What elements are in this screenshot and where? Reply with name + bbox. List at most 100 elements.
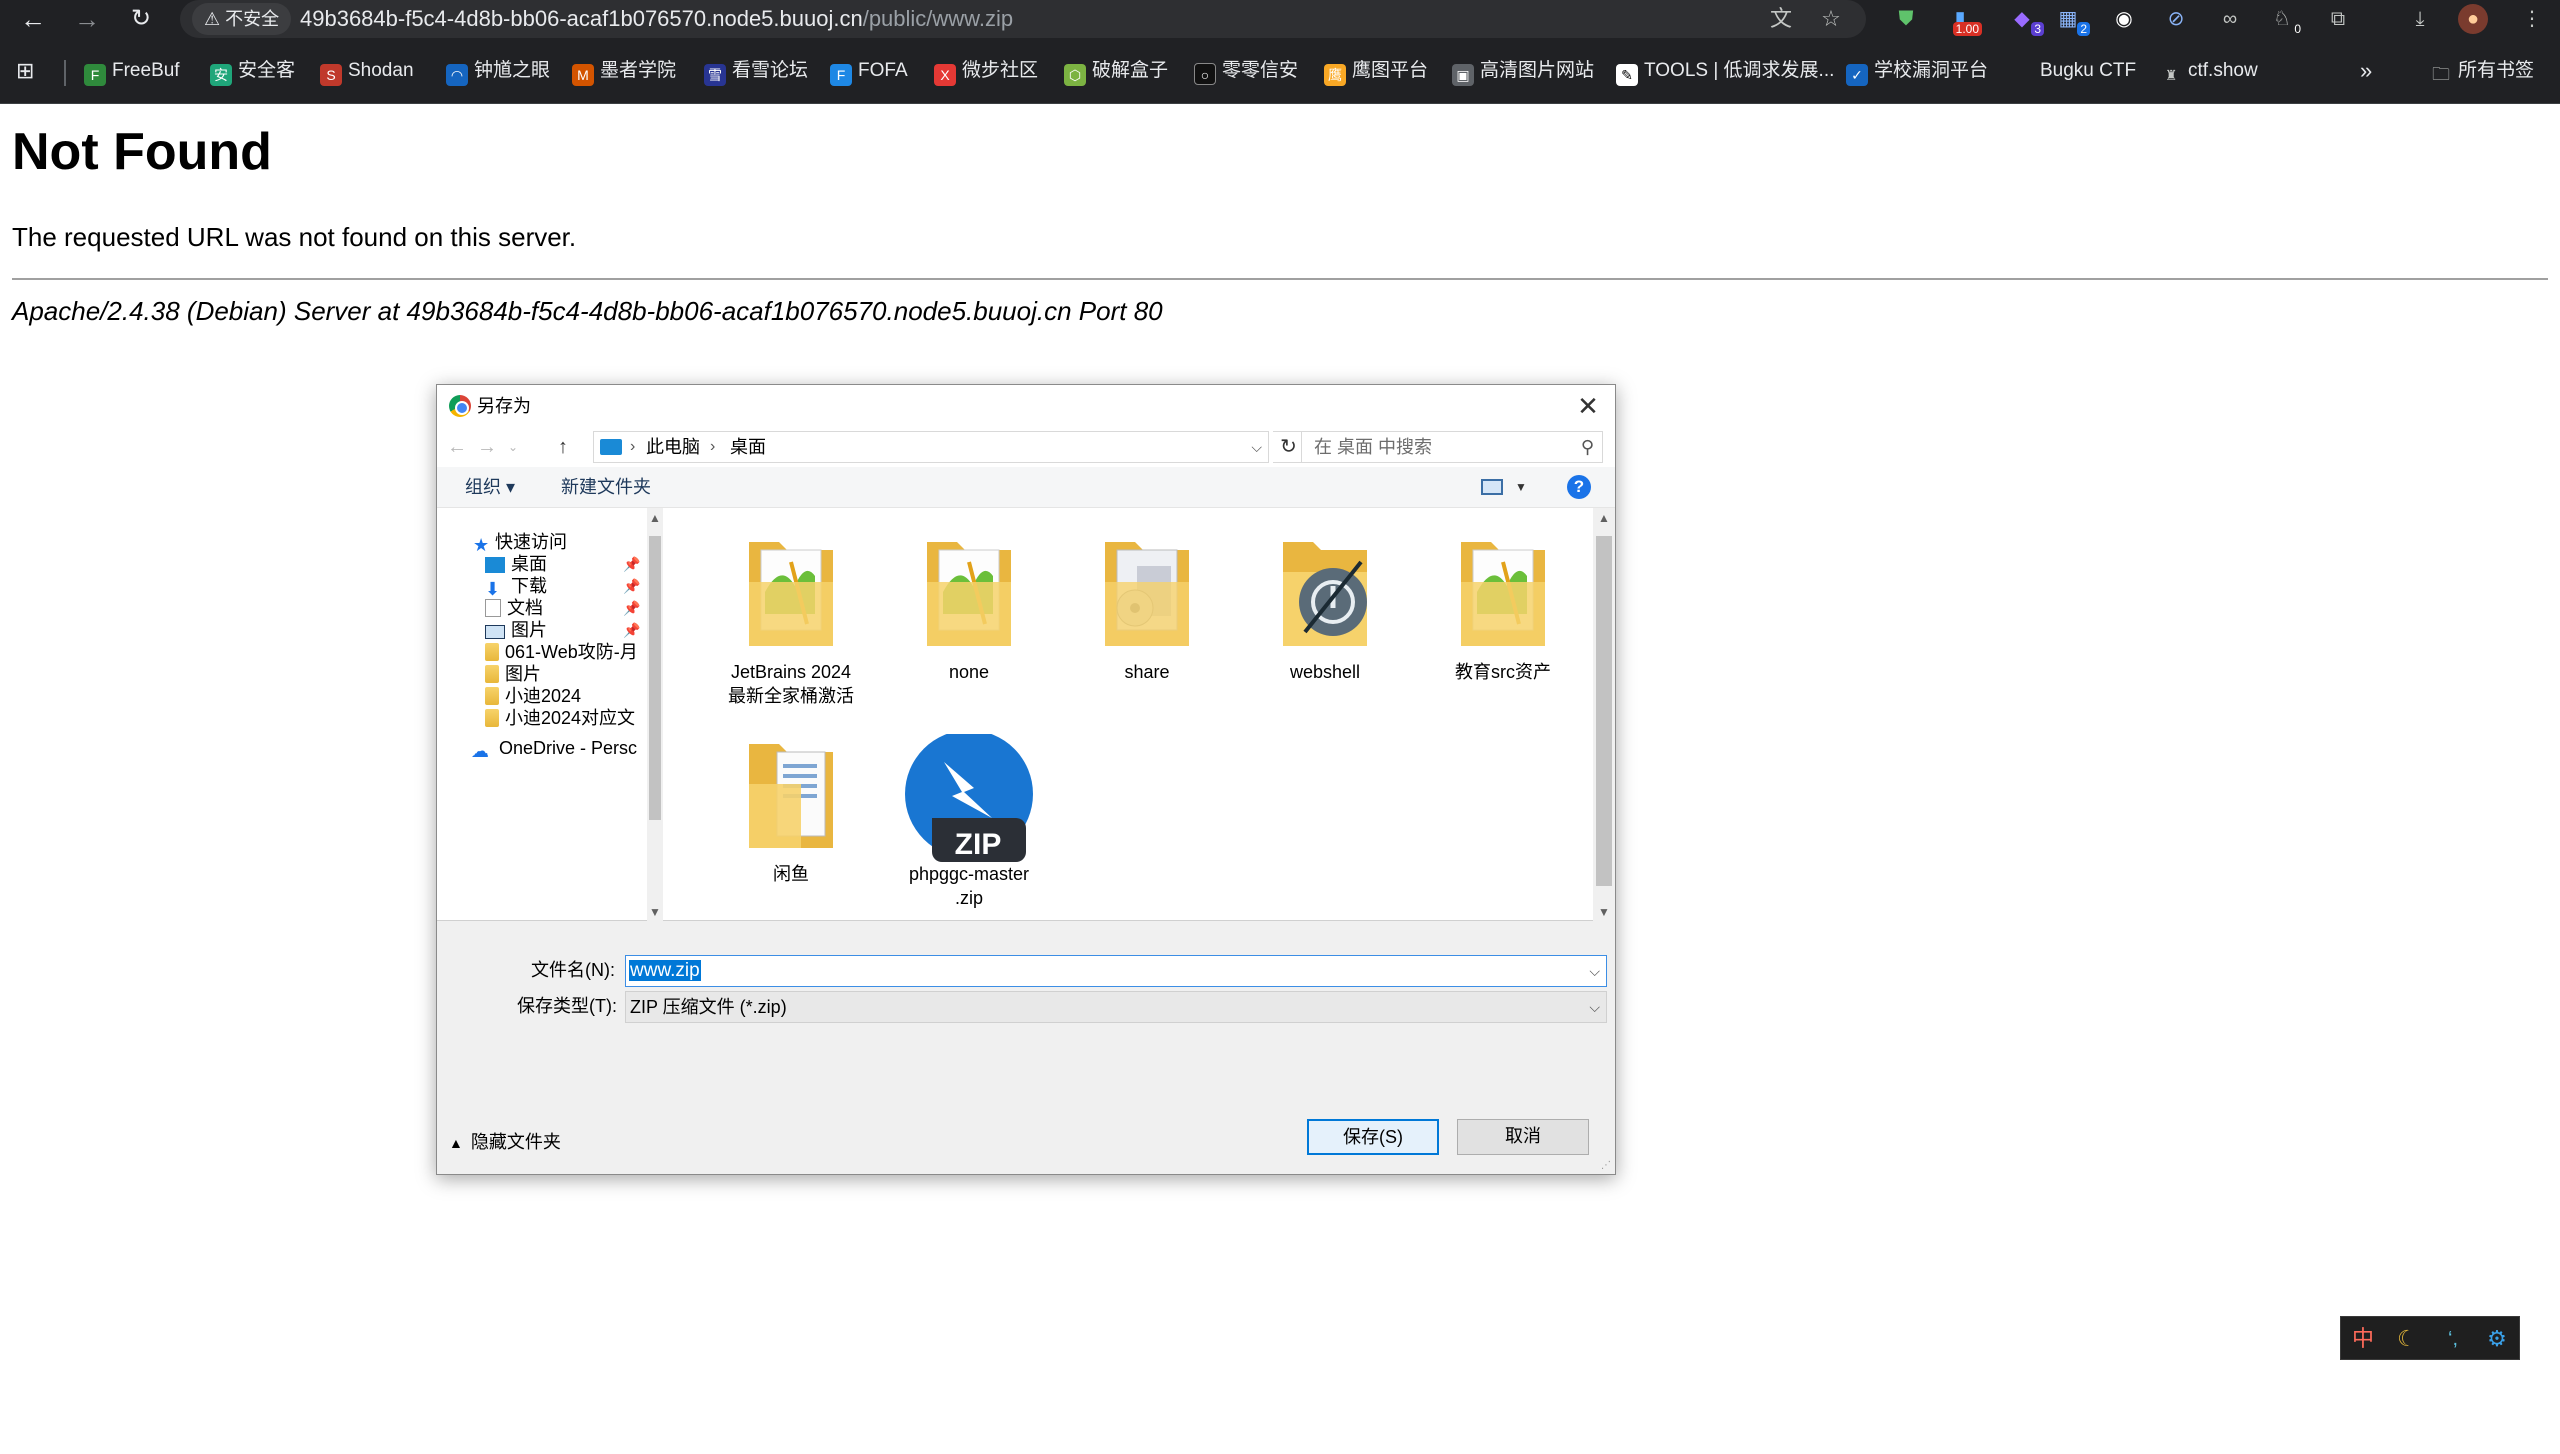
bookmark-kanxue[interactable]: 雪看雪论坛 — [704, 56, 808, 86]
hide-folders-toggle[interactable]: ▲ 隐藏文件夹 — [449, 1127, 561, 1158]
bookmark-mozhe[interactable]: M 墨者学院 — [572, 56, 676, 86]
file-item-phpggc-zip[interactable]: ZIP phpggc-master .zip — [889, 734, 1049, 910]
chevron-down-icon[interactable]: ⌵ — [1251, 432, 1262, 462]
file-item-edu-src[interactable]: 教育src资产 — [1423, 532, 1583, 684]
folder-share-icon — [1105, 542, 1189, 646]
file-item-webshell[interactable]: webshell — [1245, 532, 1405, 684]
bookmark-shodan[interactable]: S Shodan — [320, 56, 414, 86]
file-name: JetBrains 2024 最新全家桶激活 — [728, 662, 854, 706]
folder-doc-icon — [749, 744, 833, 848]
bookmark-fofa[interactable]: F FOFA — [830, 56, 908, 86]
bookmark-anquanke[interactable]: 安安全客 — [210, 56, 295, 86]
reload-icon[interactable]: ↻ — [124, 2, 158, 36]
breadcrumb-desktop[interactable]: 桌面 — [730, 432, 766, 462]
tool-extension-icon[interactable]: ♘ 0 — [2266, 4, 2301, 36]
up-arrow-icon[interactable]: ↑ — [549, 431, 577, 463]
wallet-extension-icon[interactable]: ▮ 1.00 — [1944, 4, 1982, 36]
bookmark-pojie-box[interactable]: ⬡ 破解盒子 — [1064, 56, 1168, 86]
filename-value: www.zip — [629, 960, 701, 981]
bookmark-freebuf[interactable]: F FreeBuf — [84, 56, 180, 86]
view-options-icon[interactable] — [1481, 479, 1503, 495]
url-path: /public/www.zip — [862, 6, 1014, 31]
chevron-down-icon[interactable]: ⌵ — [1589, 956, 1600, 986]
command-bar: 组织 ▾ 新建文件夹 ▼ ? — [437, 467, 1615, 507]
proxy-extension-icon[interactable]: ⊘ — [2160, 4, 2192, 34]
dialog-title: 另存为 — [477, 396, 531, 416]
shield-extension-icon[interactable]: ⛊ — [1890, 4, 1922, 34]
scroll-down-arrow-icon[interactable]: ▼ — [1593, 902, 1615, 922]
file-list-scrollbar-thumb[interactable] — [1596, 536, 1612, 886]
help-icon[interactable]: ? — [1567, 475, 1591, 499]
menu-kebab-icon[interactable]: ⋮ — [2516, 4, 2548, 34]
breadcrumb-separator-icon[interactable]: › — [710, 432, 715, 462]
cookie-extension-icon[interactable]: ◉ — [2108, 4, 2140, 34]
breadcrumb-this-pc[interactable]: 此电脑 — [646, 432, 700, 462]
bookmark-yingtu[interactable]: 鹰鹰图平台 — [1324, 56, 1428, 86]
not-secure-chip[interactable]: ⚠ 不安全 — [192, 3, 292, 35]
weibu-icon: X — [934, 64, 956, 86]
save-button[interactable]: 保存(S) — [1307, 1119, 1439, 1155]
bookmark-ctfshow[interactable]: ♜ ctf.show — [2160, 56, 2258, 86]
nav-scrollbar[interactable]: ▲ ▼ — [647, 508, 663, 922]
moon-icon[interactable]: ☾ — [2385, 1317, 2429, 1361]
forward-arrow-icon[interactable]: → — [70, 2, 104, 36]
download-icon[interactable]: ⤓ — [2404, 4, 2436, 34]
location-breadcrumb[interactable]: › 此电脑 › 桌面 ⌵ — [593, 431, 1269, 463]
back-arrow-icon[interactable]: ← — [443, 431, 471, 463]
scroll-up-arrow-icon[interactable]: ▲ — [1593, 508, 1615, 528]
bookmark-hd-images[interactable]: ▣ 高清图片网站 — [1452, 56, 1594, 86]
nav-onedrive[interactable]: ☁ OneDrive - Persc — [471, 734, 637, 762]
search-input[interactable]: 在 桌面 中搜索 ⚲ — [1301, 431, 1603, 463]
ime-mode-button[interactable]: 中 — [2341, 1317, 2385, 1361]
back-arrow-icon[interactable]: ← — [16, 2, 50, 36]
profile-avatar[interactable]: ● — [2458, 4, 2488, 34]
organize-button[interactable]: 组织 ▾ — [465, 467, 515, 507]
nav-folder-xiaodi-docs[interactable]: 小迪2024对应文 — [485, 704, 635, 732]
nav-scrollbar-thumb[interactable] — [649, 536, 661, 820]
bugku-icon — [2012, 58, 2034, 80]
bookmark-bugku[interactable]: Bugku CTF — [2012, 56, 2136, 86]
all-bookmarks-folder[interactable]: 🗀 所有书签 — [2430, 56, 2534, 86]
scroll-down-arrow-icon[interactable]: ▼ — [647, 902, 663, 922]
bookmark-tools[interactable]: ✎ TOOLS | 低调求发展... — [1616, 56, 1834, 86]
bookmarks-overflow-chevron-icon[interactable]: » — [2360, 56, 2372, 86]
url-text[interactable]: 49b3684b-f5c4-4d8b-bb06-acaf1b076570.nod… — [300, 0, 1013, 38]
breadcrumb-separator-icon[interactable]: › — [630, 432, 635, 462]
glasses-extension-icon[interactable]: ∞ — [2214, 4, 2246, 34]
mozhe-icon: M — [572, 64, 594, 86]
dialog-titlebar[interactable]: 另存为 ✕ — [437, 385, 1615, 427]
view-chevron-down-icon[interactable]: ▼ — [1515, 467, 1527, 507]
settings-gear-icon[interactable]: ⚙ — [2475, 1317, 2519, 1361]
filename-field[interactable]: www.zip ⌵ — [625, 955, 1607, 987]
bookmark-zoomeye[interactable]: ◠ 钟馗之眼 — [446, 56, 550, 86]
forward-arrow-icon[interactable]: → — [473, 431, 501, 463]
file-list-scrollbar[interactable]: ▲ ▼ — [1593, 508, 1615, 922]
freebuf-icon: F — [84, 64, 106, 86]
recent-locations-chevron-icon[interactable]: ⌄ — [499, 431, 527, 463]
file-item-share[interactable]: share — [1067, 532, 1227, 684]
apps-grid-icon[interactable]: ⊞ — [16, 56, 34, 86]
translate-icon[interactable]: 文 — [1766, 4, 1796, 34]
file-item-none[interactable]: none — [889, 532, 1049, 684]
scroll-up-arrow-icon[interactable]: ▲ — [647, 508, 663, 528]
shodan-icon: S — [320, 64, 342, 86]
bookmark-star-icon[interactable]: ☆ — [1816, 4, 1846, 34]
hackbar-extension-icon[interactable]: ◆ 3 — [2006, 4, 2044, 36]
file-item-jetbrains[interactable]: JetBrains 2024 最新全家桶激活 — [711, 532, 871, 708]
filetype-value: ZIP 压缩文件 (*.zip) — [630, 997, 787, 1017]
new-folder-button[interactable]: 新建文件夹 — [561, 467, 651, 507]
cancel-button[interactable]: 取消 — [1457, 1119, 1589, 1155]
multi-extension-icon[interactable]: ▦ 2 — [2052, 4, 2090, 36]
small-badge: 0 — [2294, 22, 2301, 36]
file-item-xianyu[interactable]: 闲鱼 — [711, 734, 871, 886]
bookmark-weibu[interactable]: X 微步社区 — [934, 56, 1038, 86]
bookmark-school-vuln[interactable]: ✓ 学校漏洞平台 — [1846, 56, 1988, 86]
resize-grip-icon[interactable]: ⋰ — [1601, 1160, 1613, 1172]
extensions-puzzle-icon[interactable]: ⧉ — [2322, 4, 2354, 34]
lingling-icon: ○ — [1194, 63, 1216, 85]
bookmark-lingling[interactable]: ○ 零零信安 — [1194, 56, 1298, 86]
ime-toolbar: 中 ☾ ‘, ⚙ — [2340, 1316, 2520, 1360]
close-icon[interactable]: ✕ — [1571, 389, 1605, 423]
filetype-select[interactable]: ZIP 压缩文件 (*.zip) ⌵ — [625, 991, 1607, 1023]
punctuation-icon[interactable]: ‘, — [2431, 1317, 2475, 1361]
